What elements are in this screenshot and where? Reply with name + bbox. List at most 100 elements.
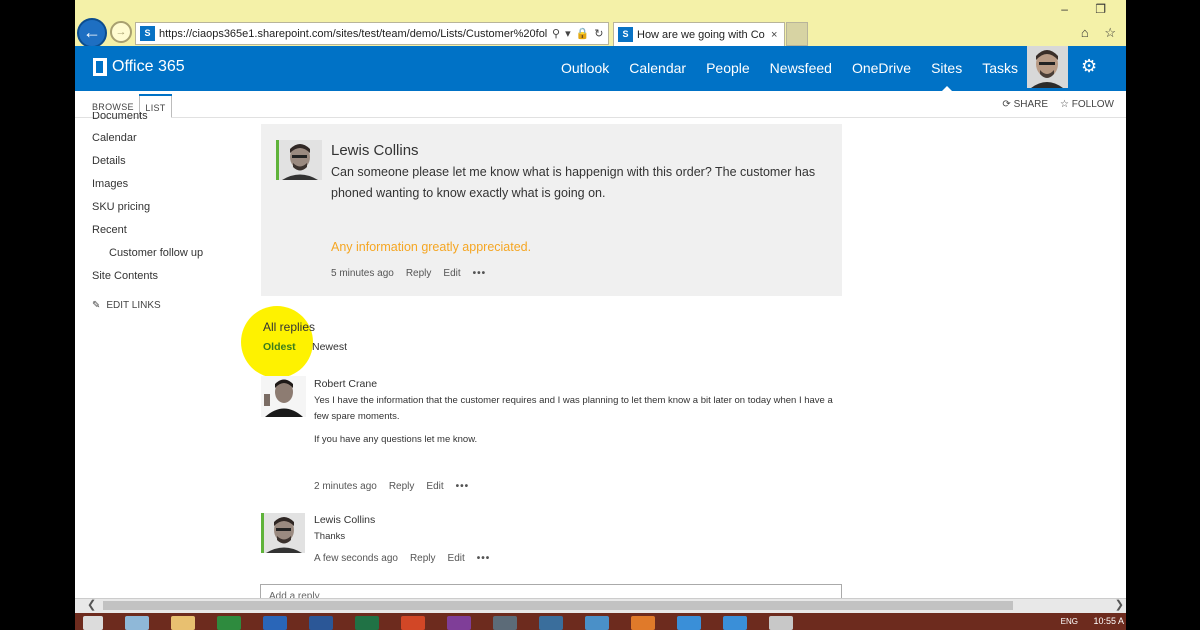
share-button[interactable]: ⟳ SHARE (1002, 99, 1048, 110)
post-author-avatar[interactable] (276, 140, 322, 180)
more-options-icon[interactable]: ••• (477, 553, 491, 564)
suite-nav: Outlook Calendar People Newsfeed OneDriv… (551, 46, 1028, 91)
suite-bar: Office 365 Outlook Calendar People Newsf… (75, 46, 1126, 91)
reply-timestamp: 2 minutes ago (314, 481, 377, 492)
address-url[interactable]: https://ciaops365e1.sharepoint.com/sites… (159, 28, 547, 40)
back-button[interactable]: ← (77, 18, 107, 48)
refresh-icon[interactable]: ↻ (594, 27, 603, 40)
all-replies-heading: All replies (263, 320, 316, 334)
lock-icon[interactable]: 🔒 (576, 27, 590, 40)
dropdown-icon[interactable]: ▾ (565, 27, 571, 40)
firefox-icon[interactable] (631, 616, 655, 630)
nav-item-recent[interactable]: Recent (92, 219, 262, 242)
suite-link-outlook[interactable]: Outlook (551, 46, 619, 91)
windows-taskbar: ENG 10:55 A (75, 613, 1126, 630)
file-explorer-icon[interactable] (171, 616, 195, 630)
suite-link-tasks[interactable]: Tasks (972, 46, 1028, 91)
pencil-icon: ✎ (92, 300, 101, 311)
internet-explorer-icon[interactable] (125, 616, 149, 630)
onenote-icon[interactable] (447, 616, 471, 630)
reply-button[interactable]: Reply (410, 553, 436, 564)
post-body: Can someone please let me know what is h… (331, 165, 816, 200)
edit-button[interactable]: Edit (426, 481, 443, 492)
reply-meta: A few seconds ago Reply Edit ••• (314, 553, 490, 564)
start-icon[interactable] (83, 616, 103, 630)
edit-button[interactable]: Edit (448, 553, 465, 564)
sharepoint-favicon-icon: S (618, 27, 633, 42)
settings-gear-icon[interactable]: ⚙ (1081, 56, 1097, 77)
reply-button[interactable]: Reply (406, 268, 432, 279)
post-highlight: Any information greatly appreciated. (331, 240, 532, 254)
edit-links-label: EDIT LINKS (106, 300, 161, 311)
powerpoint-icon[interactable] (401, 616, 425, 630)
address-bar[interactable]: S https://ciaops365e1.sharepoint.com/sit… (135, 22, 609, 45)
nav-item-details[interactable]: Details (92, 150, 262, 173)
post-author-name[interactable]: Lewis Collins (331, 142, 419, 159)
nav-item-customer-follow-up[interactable]: Customer follow up (92, 242, 262, 265)
reply-author-avatar[interactable] (261, 513, 305, 553)
discussion-post: Lewis Collins Can someone please let me … (261, 124, 842, 296)
more-options-icon[interactable]: ••• (456, 481, 470, 492)
nav-item-sku-pricing[interactable]: SKU pricing (92, 196, 262, 219)
reply-body: Thanks (314, 531, 346, 542)
reply-body: Yes I have the information that the cust… (314, 395, 833, 422)
search-icon[interactable]: ⚲ (552, 27, 560, 40)
sharepoint-icon[interactable] (539, 616, 563, 630)
suite-link-sites[interactable]: Sites (921, 46, 972, 91)
edit-button[interactable]: Edit (443, 268, 460, 279)
office365-logo[interactable]: Office 365 (93, 58, 185, 76)
scroll-right-icon[interactable]: ❯ (1115, 598, 1124, 611)
word-icon[interactable] (309, 616, 333, 630)
more-options-icon[interactable]: ••• (473, 268, 487, 279)
scroll-left-icon[interactable]: ❮ (87, 598, 96, 611)
window-controls[interactable]: – ❐ (1061, 2, 1118, 16)
tab-close-icon[interactable]: × (771, 29, 777, 41)
reply-author-name[interactable]: Lewis Collins (314, 514, 375, 526)
browser-tab[interactable]: S How are we going with Co... × (613, 22, 785, 46)
post-timestamp: 5 minutes ago (331, 268, 394, 279)
post-meta: 5 minutes ago Reply Edit ••• (331, 268, 486, 279)
arrow-app-icon[interactable] (723, 616, 747, 630)
nav-item-documents[interactable]: Documents (92, 112, 262, 121)
excel-icon[interactable] (355, 616, 379, 630)
sort-oldest-link[interactable]: Oldest (263, 341, 296, 353)
ribbon-actions: ⟳ SHARE ☆ FOLLOW (1002, 99, 1114, 110)
keyboard-icon[interactable] (769, 616, 793, 630)
scrollbar-thumb[interactable] (103, 601, 1013, 610)
new-tab-button[interactable] (786, 22, 808, 46)
suite-link-people[interactable]: People (696, 46, 760, 91)
user-avatar[interactable] (1027, 46, 1068, 88)
outlook-icon[interactable] (263, 616, 287, 630)
sharepoint-favicon-icon: S (140, 26, 155, 41)
arrow-app-icon[interactable] (677, 616, 701, 630)
nav-item-calendar[interactable]: Calendar (92, 127, 262, 150)
reply-button[interactable]: Reply (389, 481, 415, 492)
reply-timestamp: A few seconds ago (314, 553, 398, 564)
horizontal-scrollbar[interactable]: ❮ ❯ (75, 598, 1126, 613)
forward-button[interactable]: → (110, 21, 132, 43)
home-favorites-icons[interactable]: ⌂ ☆ (1081, 25, 1122, 41)
star-icon: ☆ (1060, 99, 1072, 110)
taskbar-clock[interactable]: 10:55 A (1093, 616, 1124, 626)
follow-button[interactable]: ☆ FOLLOW (1060, 99, 1114, 110)
edit-links-button[interactable]: ✎ EDIT LINKS (92, 300, 262, 311)
sort-newest-link[interactable]: Newest (312, 341, 347, 353)
reply-author-name[interactable]: Robert Crane (314, 378, 377, 390)
suite-link-newsfeed[interactable]: Newsfeed (760, 46, 842, 91)
language-indicator[interactable]: ENG (1061, 617, 1078, 626)
office-logo-icon (93, 58, 107, 76)
project-icon[interactable] (217, 616, 241, 630)
reply-meta: 2 minutes ago Reply Edit ••• (314, 481, 469, 492)
reply-author-avatar[interactable] (261, 376, 306, 417)
tab-browse[interactable]: BROWSE (92, 102, 134, 112)
browser-toolbar: ← → S https://ciaops365e1.sharepoint.com… (75, 0, 1126, 48)
suite-link-calendar[interactable]: Calendar (619, 46, 696, 91)
share-icon: ⟳ (1002, 99, 1014, 110)
tools-icon[interactable] (585, 616, 609, 630)
nav-item-images[interactable]: Images (92, 173, 262, 196)
lync-icon[interactable] (493, 616, 517, 630)
reply-body: If you have any questions let me know. (314, 434, 478, 445)
suite-link-onedrive[interactable]: OneDrive (842, 46, 921, 91)
screen: ← → S https://ciaops365e1.sharepoint.com… (75, 0, 1126, 630)
nav-item-site-contents[interactable]: Site Contents (92, 265, 262, 288)
